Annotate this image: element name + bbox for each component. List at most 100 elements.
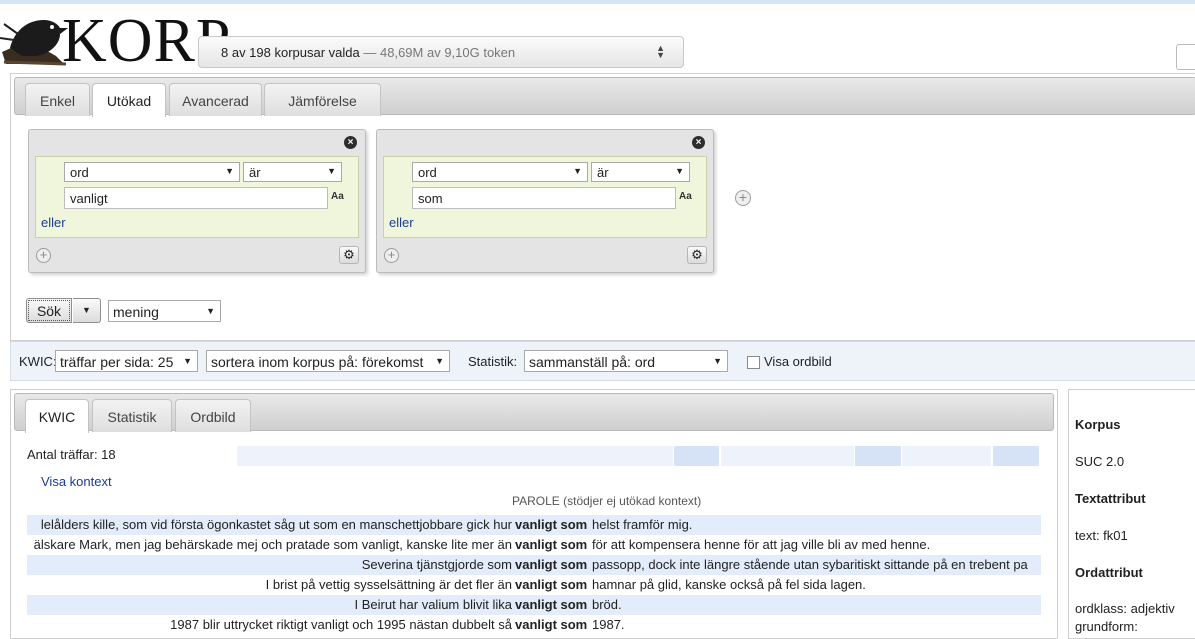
tab-kwic[interactable]: KWIC — [25, 399, 89, 433]
corpus-chooser[interactable]: 8 av 198 korpusar valda — 48,69M av 9,10… — [198, 36, 684, 68]
korp-logo[interactable]: KORP — [0, 4, 230, 72]
kwic-left-context: I brist på vettig sysselsättning är det … — [265, 577, 512, 592]
kwic-match[interactable]: vanligt som — [515, 577, 587, 592]
case-sensitivity-toggle[interactable]: Aa — [679, 191, 692, 202]
table-row[interactable]: I brist på vettig sysselsättning är det … — [27, 575, 1041, 595]
kwic-match[interactable]: vanligt som — [515, 517, 587, 532]
corpus-count: 8 av 198 korpusar valda — [221, 45, 360, 60]
sort-select[interactable]: sortera inom korpus på: förekomst ▼ — [206, 350, 450, 372]
add-condition-icon[interactable]: + — [384, 248, 399, 263]
attribute-select[interactable]: ord ▼ — [412, 162, 588, 182]
word-attributes-heading: Ordattribut — [1075, 565, 1143, 580]
kwic-left-context: 1987 blir uttrycket riktigt vanligt och … — [170, 617, 512, 632]
value-input[interactable]: vanligt — [64, 187, 328, 209]
value-input[interactable]: som — [412, 187, 676, 209]
kwic-right-context: 1987. — [592, 617, 625, 632]
or-link[interactable]: eller — [41, 215, 66, 230]
search-options-dropdown[interactable]: ▼ — [73, 298, 101, 323]
table-row[interactable]: älskare Mark, men jag behärskade mej och… — [27, 535, 1041, 555]
token-condition: ord ▼ är ▼ som Aa eller — [383, 156, 707, 238]
word-picture-checkbox[interactable] — [747, 356, 760, 369]
operator-select[interactable]: är ▼ — [591, 162, 690, 182]
attribute-select[interactable]: ord ▼ — [64, 162, 240, 182]
search-button[interactable]: Sök — [26, 298, 72, 323]
kwic-right-context: hamnar på glid, kanske också på fel sida… — [592, 577, 866, 592]
kwic-match[interactable]: vanligt som — [515, 597, 587, 612]
statistics-select[interactable]: sammanställ på: ord ▼ — [524, 350, 728, 372]
corpus-token-count: — 48,69M av 9,10G token — [363, 45, 516, 60]
hit-distribution-segment[interactable] — [855, 446, 901, 466]
kwic-label: KWIC: — [19, 354, 57, 369]
add-condition-icon[interactable]: + — [36, 248, 51, 263]
result-tabs-bar: KWIC Statistik Ordbild — [14, 393, 1054, 433]
chevron-down-icon: ▼ — [183, 356, 192, 366]
token-condition: ord ▼ är ▼ vanligt Aa eller — [35, 156, 359, 238]
table-row[interactable]: 1987 blir uttrycket riktigt vanligt och … — [27, 615, 1041, 635]
raven-icon — [0, 20, 68, 66]
gear-icon[interactable]: ⚙ — [687, 246, 707, 264]
tab-statistics[interactable]: Statistik — [92, 399, 172, 432]
kwic-match[interactable]: vanligt som — [515, 557, 587, 572]
operator-value: är — [249, 165, 261, 180]
chevron-down-icon: ▼ — [675, 166, 684, 176]
word-picture-label: Visa ordbild — [764, 354, 832, 369]
hit-distribution-bar — [902, 446, 991, 466]
chevron-down-icon: ▼ — [225, 166, 234, 176]
hits-per-page-value: träffar per sida: 25 — [60, 354, 174, 370]
kwic-right-context: bröd. — [592, 597, 622, 612]
search-panel: Enkel Utökad Avancerad Jämförelse × ord … — [10, 73, 1195, 341]
hits-per-page-select[interactable]: träffar per sida: 25 ▼ — [55, 350, 198, 372]
sort-value: sortera inom korpus på: förekomst — [211, 354, 424, 370]
tab-extended[interactable]: Utökad — [92, 83, 166, 117]
corpus-value: SUC 2.0 — [1075, 454, 1125, 469]
attribute-value: ord — [70, 165, 89, 180]
hit-distribution-segment[interactable] — [674, 446, 719, 466]
up-down-arrows-icon: ▲ ▼ — [656, 43, 665, 60]
corpus-header: PAROLE (stödjer ej utökad kontext) — [512, 494, 702, 508]
tab-simple[interactable]: Enkel — [25, 83, 90, 116]
close-icon[interactable]: × — [344, 136, 357, 149]
or-link[interactable]: eller — [389, 215, 414, 230]
show-context-link[interactable]: Visa kontext — [41, 474, 112, 489]
tab-advanced[interactable]: Avancerad — [169, 83, 262, 116]
chevron-down-icon: ▼ — [435, 356, 444, 366]
kwic-left-context: älskare Mark, men jag behärskade mej och… — [33, 537, 512, 552]
token-box: × ord ▼ är ▼ vanligt Aa eller + ⚙ — [28, 129, 366, 273]
chevron-down-icon: ▼ — [573, 166, 582, 176]
close-icon[interactable]: × — [692, 136, 705, 149]
table-row[interactable]: Severina tjänstgjorde som vanligt som pa… — [27, 555, 1041, 575]
header-right-control[interactable] — [1176, 44, 1195, 70]
chevron-down-icon: ▼ — [713, 356, 722, 366]
table-row[interactable]: I Beirut har valium blivit lika vanligt … — [27, 595, 1041, 615]
kwic-left-context: lelålders kille, som vid första ögonkast… — [40, 517, 512, 532]
kwic-right-context: helst framför mig. — [592, 517, 693, 532]
table-row[interactable]: lelålders kille, som vid första ögonkast… — [27, 515, 1041, 535]
operator-select[interactable]: är ▼ — [243, 162, 342, 182]
word-attribute-lemma: grundform: — [1075, 619, 1138, 634]
tab-word-picture[interactable]: Ordbild — [175, 399, 251, 432]
add-token-icon[interactable]: + — [735, 190, 751, 206]
token-box: × ord ▼ är ▼ som Aa eller + ⚙ — [376, 129, 714, 273]
chevron-down-icon: ▼ — [206, 306, 215, 316]
chevron-down-icon: ▼ — [82, 305, 91, 315]
hit-count: Antal träffar: 18 — [27, 447, 116, 462]
gear-icon[interactable]: ⚙ — [339, 246, 359, 264]
kwic-match[interactable]: vanligt som — [515, 617, 587, 632]
results-panel: KWIC Statistik Ordbild Antal träffar: 18… — [10, 389, 1058, 639]
kwic-right-context: passopp, dock inte längre stående utan s… — [592, 557, 1028, 572]
statistics-value: sammanställ på: ord — [529, 354, 656, 370]
hit-distribution-segment[interactable] — [993, 446, 1039, 466]
kwic-match[interactable]: vanligt som — [515, 537, 587, 552]
kwic-left-context: Severina tjänstgjorde som — [361, 557, 512, 572]
chevron-down-icon: ▼ — [327, 166, 336, 176]
text-attributes-heading: Textattribut — [1075, 491, 1146, 506]
search-tabs-bar: Enkel Utökad Avancerad Jämförelse — [14, 77, 1195, 117]
case-sensitivity-toggle[interactable]: Aa — [331, 191, 344, 202]
statistics-label: Statistik: — [468, 354, 518, 369]
word-attribute-pos: ordklass: adjektiv — [1075, 601, 1175, 616]
tab-compare[interactable]: Jämförelse — [264, 83, 381, 116]
hit-distribution-bar — [237, 446, 673, 466]
options-bar: KWIC: träffar per sida: 25 ▼ sortera ino… — [10, 341, 1195, 381]
kwic-right-context: för att kompensera henne för att jag vil… — [592, 537, 931, 552]
within-select[interactable]: mening ▼ — [108, 300, 221, 322]
